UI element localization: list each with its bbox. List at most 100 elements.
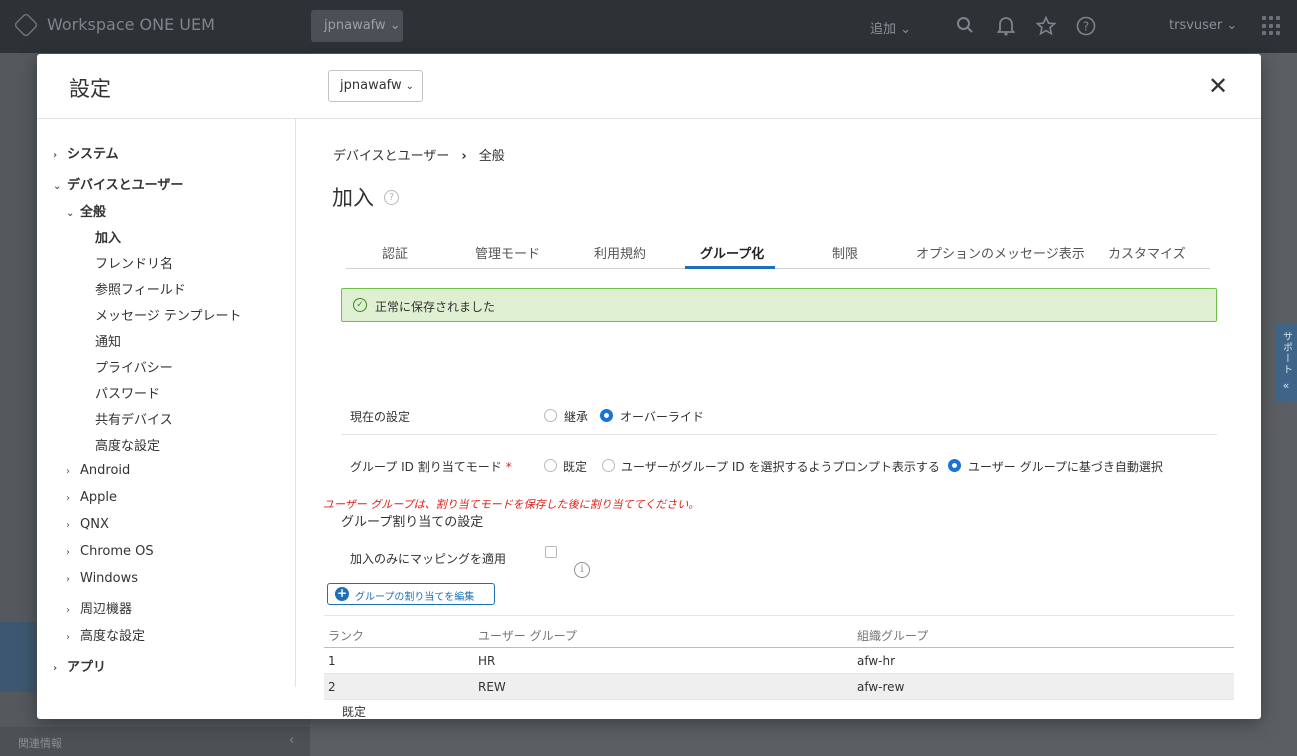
warning-message: ユーザー グループは、割り当てモードを保存した後に割り当ててください。	[323, 498, 700, 511]
column-header-rank[interactable]: ランク	[328, 627, 364, 644]
chevron-down-icon: ⌄	[405, 81, 415, 92]
check-circle-icon: ✓	[353, 298, 367, 312]
top-bar: Workspace ONE UEM jpnawafw ⌄ 追加 ⌄ ? trsv…	[0, 0, 1297, 53]
nav-system[interactable]: › システム	[53, 143, 119, 162]
settings-content: デバイスとユーザー › 全般 加入 ? 認証 管理モード 利用規約 グループ化 制限…	[297, 119, 1261, 719]
breadcrumb-parent[interactable]: デバイスとユーザー	[333, 149, 449, 164]
org-group-select[interactable]: jpnawafw ⌄	[328, 70, 423, 102]
nav-advanced[interactable]: › 高度な設定	[66, 625, 145, 644]
tab-management-mode[interactable]: 管理モード	[475, 243, 540, 262]
app-grid-icon[interactable]	[1262, 16, 1282, 36]
cell-org-group: afw-hr	[857, 654, 896, 668]
override-label: オーバーライド	[620, 410, 704, 424]
nav-qnx[interactable]: › QNX	[66, 517, 109, 532]
org-group-button[interactable]: jpnawafw ⌄	[311, 10, 403, 42]
apply-mapping-checkbox[interactable]	[545, 546, 557, 558]
support-tab[interactable]: サポート «	[1275, 323, 1297, 402]
nav-devices-users[interactable]: ⌄ デバイスとユーザー	[53, 174, 183, 193]
nav-apps[interactable]: › アプリ	[53, 656, 106, 675]
nav-label: アプリ	[67, 660, 107, 675]
chevron-right-icon: ›	[53, 150, 58, 161]
page-title: 加入	[332, 186, 374, 210]
nav-label: 周辺機器	[80, 602, 133, 617]
tab-optional-prompt[interactable]: オプションのメッセージ表示	[916, 243, 1085, 262]
tab-bar: 認証 管理モード 利用規約 グループ化 制限 オプションのメッセージ表示 カスタ…	[346, 234, 1210, 269]
group-assignment-heading: グループ割り当ての設定	[341, 515, 484, 530]
table-header: ランク ユーザー グループ 組織グループ	[324, 615, 1234, 648]
nav-password[interactable]: パスワード	[95, 383, 160, 402]
support-label: サポート	[1280, 331, 1292, 375]
override-radio[interactable]	[600, 409, 613, 422]
mode-default-label: 既定	[563, 460, 588, 474]
add-menu[interactable]: 追加 ⌄	[870, 18, 911, 37]
nav-friendly-name[interactable]: フレンドリ名	[95, 253, 173, 272]
bell-icon[interactable]	[996, 16, 1016, 36]
svg-text:?: ?	[1083, 20, 1089, 34]
nav-apple[interactable]: › Apple	[66, 490, 117, 505]
nav-shared-device[interactable]: 共有デバイス	[95, 409, 173, 428]
group-id-mode-text: グループ ID 割り当てモード	[350, 460, 502, 474]
table-row[interactable]: 2 REW afw-rew	[324, 674, 1234, 700]
collapse-chevron-icon[interactable]: ‹	[289, 733, 294, 748]
workspace-one-logo-icon	[13, 12, 39, 38]
cell-org-group: afw-rew	[857, 680, 905, 694]
chevron-down-icon: ⌄	[53, 181, 62, 192]
tab-terms-of-use[interactable]: 利用規約	[594, 243, 646, 262]
tab-grouping[interactable]: グループ化	[700, 243, 764, 262]
help-icon[interactable]: ?	[384, 190, 399, 205]
tab-customization[interactable]: カスタマイズ	[1108, 243, 1186, 262]
nav-chrome-os[interactable]: › Chrome OS	[66, 544, 154, 559]
nav-privacy[interactable]: プライバシー	[95, 357, 173, 376]
mode-auto-radio[interactable]	[948, 459, 961, 472]
tab-restrictions[interactable]: 制限	[832, 243, 858, 262]
nav-lookup-fields[interactable]: 参照フィールド	[95, 279, 186, 298]
nav-label: QNX	[80, 517, 109, 532]
chevron-right-icon: ›	[66, 520, 70, 531]
close-icon[interactable]: ✕	[1208, 74, 1228, 98]
cell-user-group: HR	[478, 654, 496, 668]
apply-mapping-label: 加入のみにマッピングを適用	[350, 552, 507, 566]
nav-windows[interactable]: › Windows	[66, 571, 138, 586]
column-header-user-group[interactable]: ユーザー グループ	[478, 627, 577, 644]
user-menu[interactable]: trsvuser ⌄	[1169, 18, 1237, 33]
star-icon[interactable]	[1035, 15, 1057, 36]
info-icon[interactable]: i	[574, 562, 590, 578]
mode-default-radio[interactable]	[544, 459, 557, 472]
table-row[interactable]: 1 HR afw-hr	[324, 648, 1234, 674]
chevron-right-icon: ›	[66, 547, 70, 558]
nav-android[interactable]: › Android	[66, 463, 130, 478]
edit-group-assignment-button[interactable]: + グループの割り当てを編集	[327, 583, 495, 605]
chevron-right-icon: ›	[66, 493, 70, 504]
brand-name: Workspace ONE UEM	[47, 15, 215, 34]
chevron-down-icon: ⌄	[66, 208, 75, 219]
chevron-right-icon: ›	[66, 466, 70, 477]
chevron-right-icon: ›	[66, 632, 70, 643]
cell-user-group: REW	[478, 680, 506, 694]
nav-label: デバイスとユーザー	[67, 178, 184, 193]
divider	[341, 434, 1217, 435]
nav-general[interactable]: ⌄ 全般	[66, 201, 106, 220]
current-setting-label: 現在の設定	[350, 410, 411, 424]
nav-advanced-sub[interactable]: 高度な設定	[95, 435, 160, 454]
tab-authentication[interactable]: 認証	[382, 243, 408, 262]
nav-enrollment[interactable]: 加入	[95, 227, 121, 246]
nav-label: システム	[67, 147, 119, 162]
breadcrumb-separator-icon: ›	[461, 149, 467, 164]
mode-prompt-label: ユーザーがグループ ID を選択するようプロンプト表示する	[621, 460, 940, 474]
cell-rank: 1	[328, 654, 336, 668]
breadcrumb-current: 全般	[478, 149, 505, 164]
search-icon[interactable]	[955, 16, 975, 36]
nav-peripherals[interactable]: › 周辺機器	[66, 598, 132, 617]
nav-notification[interactable]: 通知	[95, 331, 121, 350]
double-chevron-icon: «	[1282, 379, 1290, 392]
group-assignment-table: ランク ユーザー グループ 組織グループ 1 HR afw-hr 2 REW a…	[324, 615, 1234, 700]
inherit-radio[interactable]	[544, 409, 557, 422]
chevron-right-icon: ›	[53, 663, 58, 674]
nav-message-template[interactable]: メッセージ テンプレート	[95, 305, 241, 324]
column-header-org-group[interactable]: 組織グループ	[857, 627, 928, 644]
help-icon[interactable]: ?	[1076, 16, 1096, 36]
mode-prompt-radio[interactable]	[602, 459, 615, 472]
settings-nav: › システム ⌄ デバイスとユーザー ⌄ 全般 加入 フレンドリ名 参照フィールド メ…	[37, 119, 296, 687]
cell-rank: 2	[328, 680, 336, 694]
active-tab-indicator	[685, 266, 775, 269]
